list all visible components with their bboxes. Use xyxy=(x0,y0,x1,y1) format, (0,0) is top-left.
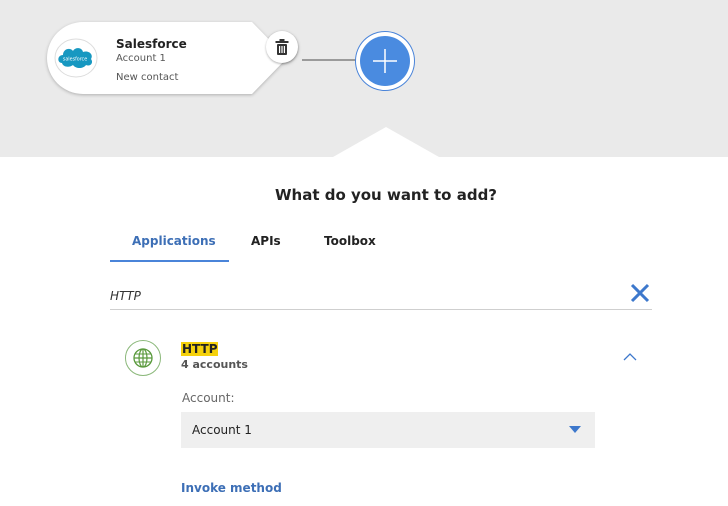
result-app-name[interactable]: HTTP xyxy=(181,342,219,356)
panel-pointer xyxy=(333,127,439,157)
flow-connector xyxy=(302,59,357,61)
flow-canvas: salesforce Salesforce Account 1 New cont… xyxy=(0,0,728,157)
collapse-button[interactable] xyxy=(620,349,640,363)
node-app-name: Salesforce xyxy=(116,37,187,51)
globe-icon xyxy=(133,348,153,368)
add-node-button[interactable] xyxy=(356,32,414,90)
salesforce-cloud-icon: salesforce xyxy=(54,38,98,78)
result-account-count: 4 accounts xyxy=(181,358,248,371)
tab-applications[interactable]: Applications xyxy=(132,234,216,248)
node-event: New contact xyxy=(116,72,179,83)
caret-down-icon xyxy=(569,426,581,433)
category-tabs: Applications APIs Toolbox xyxy=(110,232,650,264)
tab-apis[interactable]: APIs xyxy=(251,234,281,248)
node-account: Account 1 xyxy=(116,53,166,64)
chevron-up-icon xyxy=(623,353,637,361)
selected-tab-indicator xyxy=(110,260,229,262)
salesforce-logo-text: salesforce xyxy=(63,57,87,63)
tab-toolbox[interactable]: Toolbox xyxy=(324,234,376,248)
close-icon xyxy=(630,283,650,303)
account-select[interactable]: Account 1 xyxy=(181,412,595,448)
panel-heading: What do you want to add? xyxy=(274,186,498,204)
salesforce-node[interactable]: salesforce Salesforce Account 1 New cont… xyxy=(47,22,298,94)
clear-search-button[interactable] xyxy=(629,282,651,304)
delete-node-button[interactable] xyxy=(266,31,298,63)
account-label: Account: xyxy=(182,391,235,405)
http-app-icon xyxy=(125,340,161,376)
search-bar xyxy=(110,282,652,310)
invoke-method-link[interactable]: Invoke method xyxy=(181,481,282,495)
plus-icon xyxy=(373,49,397,73)
search-input[interactable] xyxy=(110,286,590,306)
trash-icon xyxy=(275,39,289,55)
account-select-value: Account 1 xyxy=(192,423,252,437)
